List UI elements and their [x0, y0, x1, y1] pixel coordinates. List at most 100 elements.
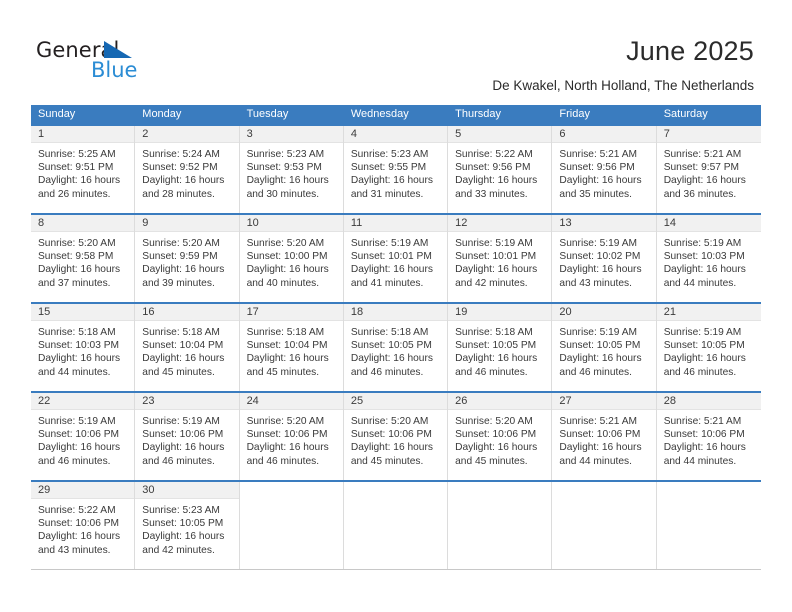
daylight-text: Daylight: 16 hours and 46 minutes. — [350, 353, 433, 378]
sunrise-text: Sunrise: 5:19 AM — [559, 327, 638, 338]
sunrise-text: Sunrise: 5:22 AM — [455, 149, 533, 160]
calendar-day-cell[interactable]: 3 Sunrise: 5:23 AM Sunset: 9:53 PM Daylight… — [239, 126, 344, 213]
page-header: General Blue June 2025 De Kwakel, North … — [0, 0, 792, 104]
day-number: 5 — [455, 128, 462, 140]
calendar-day-cell[interactable]: 17 Sunrise: 5:18 AM Sunset: 10:04 PM Daylig… — [239, 304, 344, 391]
calendar-day-cell[interactable]: 2 Sunrise: 5:24 AM Sunset: 9:52 PM Daylight… — [135, 126, 240, 213]
day-number-bar: 14 — [656, 215, 761, 232]
calendar-day-cell[interactable]: 6 Sunrise: 5:21 AM Sunset: 9:56 PM Daylight… — [552, 126, 657, 213]
sunrise-text: Sunrise: 5:21 AM — [663, 149, 742, 160]
calendar-day-cell-empty — [656, 482, 761, 569]
daylight-text: Daylight: 16 hours and 46 minutes. — [663, 353, 746, 378]
calendar-day-cell[interactable]: 27 Sunrise: 5:21 AM Sunset: 10:06 PM Daylig… — [552, 393, 657, 480]
sunset-text: Sunset: 10:06 PM — [38, 429, 119, 441]
calendar-day-cell[interactable]: 18 Sunrise: 5:18 AM Sunset: 10:05 PM Daylig… — [343, 304, 449, 391]
day-number-bar: 23 — [135, 393, 239, 410]
sunrise-text: Sunrise: 5:23 AM — [142, 505, 220, 516]
day-number: 17 — [246, 306, 259, 318]
day-details: Sunrise: 5:23 AM Sunset: 9:55 PM Daylight:… — [344, 143, 447, 207]
calendar-day-cell[interactable]: 20 Sunrise: 5:19 AM Sunset: 10:05 PM Daylig… — [552, 304, 657, 391]
sunrise-text: Sunrise: 5:19 AM — [559, 238, 638, 249]
calendar-day-cell[interactable]: 30 Sunrise: 5:23 AM Sunset: 10:05 PM Daylig… — [135, 482, 240, 569]
day-details: Sunrise: 5:19 AM Sunset: 10:05 PM Daylight… — [552, 321, 655, 385]
calendar-week-row: 1 Sunrise: 5:25 AM Sunset: 9:51 PM Daylight… — [31, 124, 761, 213]
calendar-day-cell[interactable]: 14 Sunrise: 5:19 AM Sunset: 10:03 PM Daylig… — [656, 215, 761, 302]
sunrise-text: Sunrise: 5:20 AM — [142, 238, 220, 249]
day-number-bar: 16 — [135, 304, 239, 321]
calendar-day-cell[interactable]: 29 Sunrise: 5:22 AM Sunset: 10:06 PM Daylig… — [31, 482, 136, 569]
sunrise-text: Sunrise: 5:23 AM — [350, 149, 429, 160]
sunset-text: Sunset: 10:05 PM — [142, 518, 224, 530]
sunset-text: Sunset: 10:06 PM — [455, 429, 537, 441]
sunrise-text: Sunrise: 5:20 AM — [246, 416, 325, 427]
calendar-day-cell[interactable]: 9 Sunrise: 5:20 AM Sunset: 9:59 PM Daylight… — [135, 215, 240, 302]
calendar-day-cell[interactable]: 23 Sunrise: 5:19 AM Sunset: 10:06 PM Daylig… — [135, 393, 240, 480]
day-number: 24 — [246, 395, 259, 407]
day-number-bar: 20 — [552, 304, 656, 321]
day-number-bar: 4 — [343, 126, 448, 143]
sunrise-text: Sunrise: 5:18 AM — [246, 327, 325, 338]
daylight-text: Daylight: 16 hours and 30 minutes. — [246, 175, 329, 200]
calendar-day-cell[interactable]: 26 Sunrise: 5:20 AM Sunset: 10:06 PM Daylig… — [448, 393, 553, 480]
sunset-text: Sunset: 10:00 PM — [246, 251, 328, 263]
day-number: 28 — [663, 395, 676, 407]
calendar-day-cell[interactable]: 10 Sunrise: 5:20 AM Sunset: 10:00 PM Daylig… — [239, 215, 344, 302]
calendar-day-cell[interactable]: 5 Sunrise: 5:22 AM Sunset: 9:56 PM Daylight… — [448, 126, 553, 213]
daylight-text: Daylight: 16 hours and 42 minutes. — [455, 264, 538, 289]
calendar-day-cell[interactable]: 11 Sunrise: 5:19 AM Sunset: 10:01 PM Daylig… — [343, 215, 449, 302]
calendar-day-cell[interactable]: 15 Sunrise: 5:18 AM Sunset: 10:03 PM Daylig… — [31, 304, 136, 391]
day-number-bar — [656, 482, 761, 499]
day-number: 29 — [38, 484, 51, 496]
sunset-text: Sunset: 9:57 PM — [663, 162, 740, 174]
day-number-bar: 19 — [448, 304, 552, 321]
sunrise-text: Sunrise: 5:19 AM — [142, 416, 220, 427]
day-number-bar: 8 — [31, 215, 135, 232]
sunset-text: Sunset: 10:03 PM — [663, 251, 745, 263]
day-number: 18 — [350, 306, 364, 318]
day-details: Sunrise: 5:23 AM Sunset: 9:53 PM Daylight:… — [240, 143, 343, 207]
day-number-bar — [239, 482, 343, 499]
day-number: 11 — [350, 217, 363, 229]
weekday-saturday: Saturday — [663, 108, 708, 120]
day-number: 12 — [455, 217, 468, 229]
sunset-text: Sunset: 10:06 PM — [142, 429, 224, 441]
calendar-day-cell[interactable]: 16 Sunrise: 5:18 AM Sunset: 10:04 PM Daylig… — [135, 304, 240, 391]
day-number-bar: 24 — [239, 393, 343, 410]
day-details: Sunrise: 5:19 AM Sunset: 10:05 PM Daylight… — [657, 321, 761, 385]
day-number-bar: 5 — [448, 126, 552, 143]
calendar-day-cell[interactable]: 13 Sunrise: 5:19 AM Sunset: 10:02 PM Daylig… — [552, 215, 657, 302]
calendar-day-cell[interactable]: 12 Sunrise: 5:19 AM Sunset: 10:01 PM Daylig… — [448, 215, 553, 302]
weekday-thursday: Thursday — [455, 108, 501, 120]
sunset-text: Sunset: 9:53 PM — [246, 162, 322, 174]
calendar-day-cell[interactable]: 21 Sunrise: 5:19 AM Sunset: 10:05 PM Daylig… — [656, 304, 761, 391]
day-number-bar: 3 — [239, 126, 343, 143]
day-number: 2 — [142, 128, 149, 140]
day-number-bar: 2 — [135, 126, 239, 143]
sunset-text: Sunset: 10:06 PM — [559, 429, 641, 441]
calendar-day-cell[interactable]: 8 Sunrise: 5:20 AM Sunset: 9:58 PM Daylight… — [31, 215, 136, 302]
calendar-day-cell[interactable]: 28 Sunrise: 5:21 AM Sunset: 10:06 PM Daylig… — [656, 393, 761, 480]
calendar-day-cell[interactable]: 24 Sunrise: 5:20 AM Sunset: 10:06 PM Daylig… — [239, 393, 344, 480]
day-number-bar: 25 — [343, 393, 448, 410]
weekday-friday: Friday — [559, 108, 590, 120]
daylight-text: Daylight: 16 hours and 26 minutes. — [38, 175, 121, 200]
calendar-day-cell[interactable]: 4 Sunrise: 5:23 AM Sunset: 9:55 PM Daylight… — [343, 126, 449, 213]
day-details: Sunrise: 5:20 AM Sunset: 9:58 PM Daylight:… — [31, 232, 134, 296]
daylight-text: Daylight: 16 hours and 45 minutes. — [455, 442, 538, 467]
sunset-text: Sunset: 9:59 PM — [142, 251, 218, 263]
calendar-day-cell-empty — [239, 482, 344, 569]
sunset-text: Sunset: 9:56 PM — [455, 162, 531, 174]
calendar-day-cell[interactable]: 22 Sunrise: 5:19 AM Sunset: 10:06 PM Daylig… — [31, 393, 136, 480]
weekday-header-row: Sunday Monday Tuesday Wednesday Thursday… — [31, 105, 761, 124]
sunset-text: Sunset: 10:05 PM — [350, 340, 432, 352]
calendar-day-cell[interactable]: 19 Sunrise: 5:18 AM Sunset: 10:05 PM Daylig… — [448, 304, 553, 391]
calendar-day-cell[interactable]: 1 Sunrise: 5:25 AM Sunset: 9:51 PM Daylight… — [31, 126, 136, 213]
daylight-text: Daylight: 16 hours and 33 minutes. — [455, 175, 538, 200]
calendar-day-cell[interactable]: 25 Sunrise: 5:20 AM Sunset: 10:06 PM Daylig… — [343, 393, 449, 480]
sunset-text: Sunset: 10:01 PM — [350, 251, 432, 263]
daylight-text: Daylight: 16 hours and 43 minutes. — [559, 264, 642, 289]
day-details: Sunrise: 5:19 AM Sunset: 10:06 PM Daylight… — [31, 410, 134, 474]
sunrise-text: Sunrise: 5:18 AM — [38, 327, 116, 338]
weekday-monday: Monday — [142, 108, 182, 120]
calendar-day-cell[interactable]: 7 Sunrise: 5:21 AM Sunset: 9:57 PM Daylight… — [656, 126, 761, 213]
